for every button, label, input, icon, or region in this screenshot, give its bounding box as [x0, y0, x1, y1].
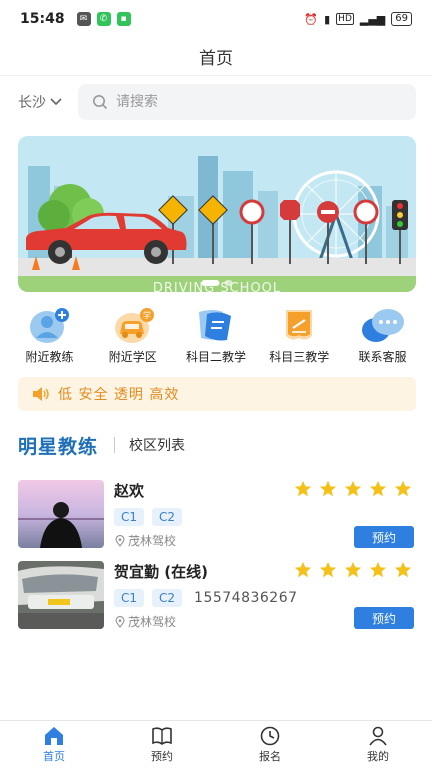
- subject-two-icon: [199, 310, 231, 341]
- customer-service-icon: [361, 309, 404, 342]
- star-icon: [394, 561, 412, 578]
- nav-label: 联系客服: [358, 350, 407, 364]
- page-title: 首页: [199, 49, 233, 69]
- tab-signup[interactable]: 报名: [216, 721, 324, 768]
- coach-card[interactable]: 贺宜勤 (在线) C1 C2 15574836267 茂林驾校 预约: [18, 561, 416, 631]
- tab-label: 预约: [151, 749, 173, 763]
- app-header: 首页: [0, 38, 432, 76]
- search-row: 长沙: [18, 84, 416, 120]
- license-tag: C1: [114, 589, 145, 607]
- nav-label: 附近教练: [25, 350, 74, 364]
- banner-dot-active: [201, 280, 220, 286]
- star-icon: [369, 561, 387, 578]
- nav-label: 科目二教学: [185, 350, 246, 364]
- message-icon: ▪: [116, 12, 131, 26]
- nav-label: 科目三教学: [269, 350, 330, 364]
- notice-text: 低 安全 透明 高效: [58, 387, 180, 403]
- user-icon: [369, 726, 387, 745]
- status-bar: 15:48 ✉ ✆ ▪ ⏰ ▮ HD ▂▄▆ 69: [0, 0, 432, 38]
- book-button[interactable]: 预约: [354, 526, 414, 548]
- nav-customer-service[interactable]: 联系客服: [341, 308, 424, 370]
- coach-name: 赵欢: [114, 482, 145, 500]
- alarm-icon: ⏰: [304, 12, 319, 26]
- star-icon: [369, 480, 387, 497]
- phone-icon: ✆: [96, 12, 111, 26]
- license-tags: C1 C2: [114, 508, 183, 526]
- section-tabs: 明星教练 校区列表: [18, 430, 416, 460]
- rating-stars: [294, 480, 412, 498]
- bottom-tab-bar: 首页 预约 报名 我的: [0, 720, 432, 768]
- banner-pagination: [201, 280, 233, 286]
- tab-profile[interactable]: 我的: [324, 721, 432, 768]
- school-name: 茂林驾校: [128, 534, 177, 548]
- tab-star-coaches[interactable]: 明星教练: [18, 432, 98, 459]
- search-icon: [93, 95, 108, 110]
- tab-label: 我的: [367, 749, 389, 763]
- star-icon: [319, 561, 337, 578]
- rating-stars: [294, 561, 412, 579]
- city-selector[interactable]: 长沙: [18, 92, 78, 112]
- location-pin-icon: [115, 534, 125, 547]
- wechat-icon: ✉: [76, 12, 91, 26]
- home-icon: [45, 726, 63, 745]
- tab-campus-list[interactable]: 校区列表: [129, 435, 185, 455]
- tab-home[interactable]: 首页: [0, 721, 108, 768]
- subject-three-icon: [286, 310, 313, 340]
- tab-divider: [114, 437, 116, 453]
- search-input[interactable]: [116, 94, 376, 110]
- location-pin-icon: [115, 615, 125, 628]
- search-box[interactable]: [78, 84, 416, 120]
- book-icon: [152, 726, 172, 745]
- school-name: 茂林驾校: [128, 615, 177, 629]
- star-icon: [394, 480, 412, 497]
- tab-appointment[interactable]: 预约: [108, 721, 216, 768]
- clock-icon: [260, 726, 280, 745]
- star-icon: [294, 480, 312, 497]
- license-tag: C2: [152, 589, 183, 607]
- nav-subject-three[interactable]: 科目三教学: [258, 308, 341, 370]
- nav-nearby-school[interactable]: 学 附近学区: [91, 308, 174, 370]
- coach-icon: [29, 308, 69, 343]
- license-tags: C1 C2 15574836267: [114, 589, 298, 607]
- notification-icons: ✉ ✆ ▪: [76, 12, 131, 26]
- status-time: 15:48: [20, 11, 65, 27]
- coach-name: 贺宜勤 (在线): [114, 563, 208, 581]
- nav-subject-two[interactable]: 科目二教学: [175, 308, 258, 370]
- license-tag: C1: [114, 508, 145, 526]
- tab-label: 首页: [43, 749, 65, 763]
- coach-school: 茂林驾校: [114, 532, 176, 549]
- coach-card[interactable]: 赵欢 C1 C2 茂林驾校 预约: [18, 480, 416, 550]
- school-car-icon: 学: [114, 308, 154, 343]
- coach-phone[interactable]: 15574836267: [194, 590, 297, 606]
- banner-dot: [224, 280, 233, 286]
- svg-text:学: 学: [143, 310, 151, 320]
- chevron-down-icon: [50, 98, 62, 106]
- license-tag: C2: [152, 508, 183, 526]
- notice-bar[interactable]: 低 安全 透明 高效: [18, 377, 416, 411]
- coach-photo: [18, 480, 104, 548]
- vibrate-icon: ▮: [324, 12, 331, 26]
- city-label: 长沙: [18, 95, 46, 111]
- star-icon: [319, 480, 337, 497]
- hd-icon: HD: [336, 13, 354, 25]
- signal-icon: ▂▄▆: [359, 12, 386, 26]
- nav-nearby-coach[interactable]: 附近教练: [8, 308, 91, 370]
- nav-label: 附近学区: [108, 350, 157, 364]
- book-button[interactable]: 预约: [354, 607, 414, 629]
- coach-photo: [18, 561, 104, 629]
- tab-label: 报名: [259, 749, 281, 763]
- star-icon: [344, 561, 362, 578]
- battery-icon: 69: [391, 12, 412, 26]
- coach-school: 茂林驾校: [114, 613, 176, 630]
- promo-banner[interactable]: DRIVING SCHOOL: [18, 136, 416, 292]
- speaker-icon: [33, 387, 49, 401]
- system-icons: ⏰ ▮ HD ▂▄▆ 69: [304, 12, 412, 26]
- star-icon: [294, 561, 312, 578]
- banner-illustration: [18, 136, 416, 292]
- star-icon: [344, 480, 362, 497]
- quick-nav: 附近教练 学 附近学区 科目二教学 科目三教学 联系客服: [8, 308, 424, 370]
